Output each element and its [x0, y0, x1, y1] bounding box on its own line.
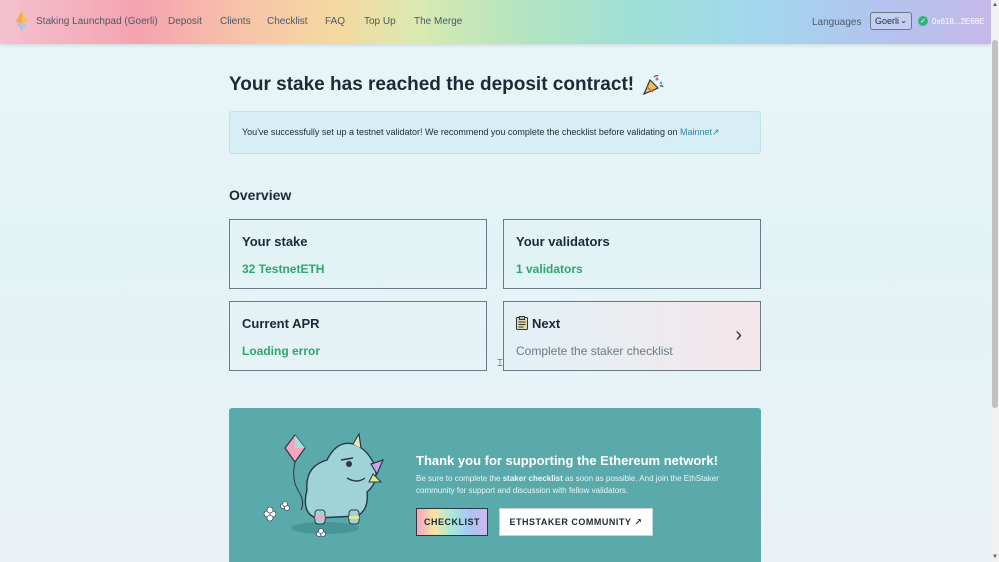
ethstaker-button-label: ETHSTAKER COMMUNITY [509, 517, 632, 527]
party-popper-icon [642, 75, 664, 96]
banner-body: Be sure to complete the staker checklist… [416, 473, 756, 497]
apr-label: Current APR [242, 316, 320, 331]
mainnet-link[interactable]: Mainnet↗ [680, 127, 720, 137]
page-title: Your stake has reached the deposit contr… [229, 74, 664, 96]
stake-card: Your stake 32 TestnetETH [229, 219, 487, 289]
scroll-up-icon[interactable]: ▲ [992, 2, 998, 8]
validators-card: Your validators 1 validators [503, 219, 761, 289]
scroll-down-icon[interactable]: ▼ [992, 554, 998, 560]
validators-label: Your validators [516, 234, 610, 249]
banner-heading: Thank you for supporting the Ethereum ne… [416, 453, 718, 468]
next-label-row: Next [516, 316, 748, 331]
alert-text: You've successfully set up a testnet val… [242, 127, 678, 137]
support-banner: Thank you for supporting the Ethereum ne… [229, 408, 761, 562]
success-alert: You've successfully set up a testnet val… [229, 111, 761, 154]
next-subtitle: Complete the staker checklist [516, 344, 673, 358]
apr-value: Loading error [242, 344, 321, 358]
nav-top-up[interactable]: Top Up [364, 16, 396, 27]
nav-the-merge[interactable]: The Merge [414, 16, 462, 27]
nav-clients[interactable]: Clients [220, 16, 251, 27]
checklist-button[interactable]: CHECKLIST [416, 508, 488, 536]
apr-card: Current APR Loading error [229, 301, 487, 371]
network-select[interactable]: Goerli ⌄ [870, 12, 912, 30]
rhino-mascot-illustration [263, 432, 385, 537]
page-scrollbar[interactable]: ▲ ▼ [991, 0, 999, 562]
mouse-cursor-icon: ⌶ [497, 358, 503, 369]
languages-link[interactable]: Languages [812, 17, 862, 28]
validators-value: 1 validators [516, 262, 583, 276]
nav-faq[interactable]: FAQ [325, 16, 345, 27]
overview-heading: Overview [229, 187, 292, 203]
stake-value: 32 TestnetETH [242, 262, 325, 276]
staker-checklist-link[interactable]: staker checklist [503, 474, 563, 483]
chevron-down-icon: ⌄ [900, 16, 907, 25]
next-label: Next [532, 316, 561, 331]
brand-title[interactable]: Staking Launchpad (Goerli) [36, 16, 158, 27]
external-link-icon: ↗ [712, 127, 720, 137]
next-step-card[interactable]: Next Complete the staker checklist › [503, 301, 761, 371]
nav-checklist[interactable]: Checklist [267, 16, 308, 27]
mainnet-link-label: Mainnet [679, 127, 713, 137]
ethereum-logo-icon[interactable] [16, 11, 28, 31]
network-select-value: Goerli [875, 16, 900, 26]
stake-label: Your stake [242, 234, 308, 249]
wallet-address: 0x618...2E68E [932, 16, 985, 26]
check-circle-icon: ✓ [918, 16, 928, 26]
wallet-status[interactable]: ✓ 0x618...2E68E [918, 16, 984, 26]
scrollbar-thumb[interactable] [992, 40, 998, 408]
external-link-icon: ↗ [634, 516, 643, 527]
page-title-text: Your stake has reached the deposit contr… [229, 74, 635, 95]
chevron-right-icon[interactable]: › [735, 324, 742, 347]
nav-deposit[interactable]: Deposit [168, 16, 202, 27]
clipboard-icon [516, 316, 528, 330]
ethstaker-community-button[interactable]: ETHSTAKER COMMUNITY ↗ [499, 508, 653, 536]
top-nav-bar: Staking Launchpad (Goerli) Deposit Clien… [0, 0, 991, 44]
banner-body-prefix: Be sure to complete the [416, 474, 501, 483]
